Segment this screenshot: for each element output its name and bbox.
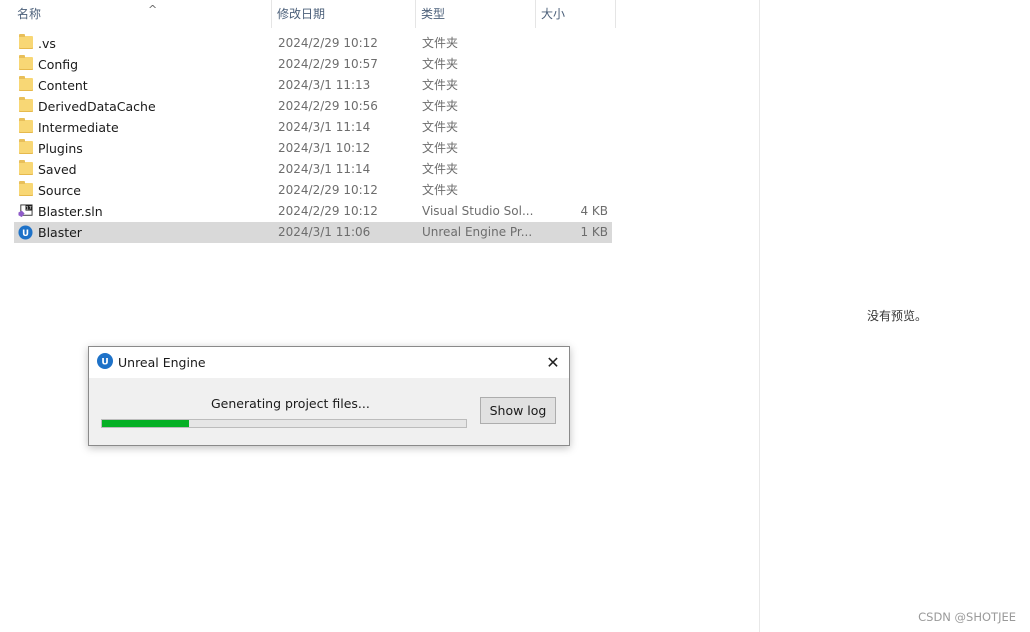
file-date: 2024/3/1 10:12 xyxy=(278,141,371,155)
file-date: 2024/3/1 11:14 xyxy=(278,120,371,134)
folder-icon xyxy=(19,139,33,154)
file-row[interactable]: U Blaster 2024/3/1 11:06 Unreal Engine Pr..… xyxy=(14,222,612,243)
unreal-engine-icon: U xyxy=(97,353,113,369)
file-row[interactable]: Source 2024/2/29 10:12 文件夹 xyxy=(14,180,612,201)
file-size: 4 KB xyxy=(580,204,608,218)
preview-pane: 没有预览。 CSDN @SHOTJEE xyxy=(759,0,1030,632)
file-row[interactable]: Plugins 2024/3/1 10:12 文件夹 xyxy=(14,138,612,159)
progress-bar xyxy=(101,419,467,428)
file-type: Visual Studio Sol... xyxy=(422,204,534,218)
dialog-message: Generating project files... xyxy=(211,396,370,411)
file-name: Saved xyxy=(38,162,77,177)
file-name: Config xyxy=(38,57,79,72)
close-icon: ✕ xyxy=(546,353,560,372)
file-type: 文件夹 xyxy=(422,183,459,197)
file-name: Source xyxy=(38,183,81,198)
file-row[interactable]: 17 Blaster.sln 2024/2/29 10:12 Visual Studi… xyxy=(14,201,612,222)
file-name: DerivedDataCache xyxy=(38,99,156,114)
column-size-label: 大小 xyxy=(541,7,566,21)
file-type: 文件夹 xyxy=(422,120,459,134)
column-name-label: 名称 xyxy=(17,7,42,21)
dialog-title-bar[interactable]: U Unreal Engine ✕ xyxy=(89,347,569,378)
column-header-type[interactable]: 类型 xyxy=(416,0,536,28)
file-type: 文件夹 xyxy=(422,162,459,176)
no-preview-text: 没有预览。 xyxy=(867,309,928,323)
folder-icon xyxy=(19,34,33,49)
column-date-label: 修改日期 xyxy=(277,7,326,21)
file-name: Plugins xyxy=(38,141,83,156)
folder-icon xyxy=(19,55,33,70)
unreal-engine-dialog: U Unreal Engine ✕ Generating project fil… xyxy=(88,346,570,446)
file-name: Blaster xyxy=(38,225,82,240)
file-row[interactable]: Content 2024/3/1 11:13 文件夹 xyxy=(14,75,612,96)
column-type-label: 类型 xyxy=(421,7,446,21)
file-date: 2024/2/29 10:57 xyxy=(278,57,378,71)
file-row[interactable]: DerivedDataCache 2024/2/29 10:56 文件夹 xyxy=(14,96,612,117)
file-row[interactable]: .vs 2024/2/29 10:12 文件夹 xyxy=(14,33,612,54)
file-type: Unreal Engine Pr... xyxy=(422,225,533,239)
file-list: .vs 2024/2/29 10:12 文件夹 Config 2024/2/29 10:… xyxy=(14,33,612,243)
close-button[interactable]: ✕ xyxy=(537,347,569,378)
progress-fill xyxy=(102,420,190,427)
file-type: 文件夹 xyxy=(422,78,459,92)
file-date: 2024/2/29 10:12 xyxy=(278,204,378,218)
watermark: CSDN @SHOTJEE xyxy=(918,610,1016,624)
svg-text:U: U xyxy=(101,358,108,368)
file-date: 2024/2/29 10:12 xyxy=(278,183,378,197)
dialog-title: Unreal Engine xyxy=(118,355,206,370)
file-type: 文件夹 xyxy=(422,57,459,71)
file-row[interactable]: Saved 2024/3/1 11:14 文件夹 xyxy=(14,159,612,180)
file-date: 2024/3/1 11:13 xyxy=(278,78,371,92)
folder-icon xyxy=(19,181,33,196)
file-explorer: 名称 ^ 修改日期 类型 大小 .vs 2024/2/29 10:12 文件夹 Con… xyxy=(0,0,760,632)
file-name: Intermediate xyxy=(38,120,119,135)
visual-studio-solution-icon: 17 xyxy=(18,204,33,218)
file-date: 2024/3/1 11:14 xyxy=(278,162,371,176)
folder-icon xyxy=(19,118,33,133)
file-row[interactable]: Config 2024/2/29 10:57 文件夹 xyxy=(14,54,612,75)
file-date: 2024/2/29 10:56 xyxy=(278,99,378,113)
file-name: Blaster.sln xyxy=(38,204,103,219)
column-header-date[interactable]: 修改日期 xyxy=(272,0,416,28)
file-type: 文件夹 xyxy=(422,141,459,155)
show-log-button[interactable]: Show log xyxy=(480,397,556,424)
svg-text:17: 17 xyxy=(26,206,32,212)
column-header-size[interactable]: 大小 xyxy=(536,0,616,28)
folder-icon xyxy=(19,76,33,91)
file-date: 2024/3/1 11:06 xyxy=(278,225,371,239)
file-size: 1 KB xyxy=(580,225,608,239)
file-name: .vs xyxy=(38,36,56,51)
sort-ascending-icon: ^ xyxy=(148,3,158,16)
folder-icon xyxy=(19,160,33,175)
file-type: 文件夹 xyxy=(422,99,459,113)
column-header: 名称 ^ 修改日期 类型 大小 xyxy=(0,0,616,28)
file-row[interactable]: Intermediate 2024/3/1 11:14 文件夹 xyxy=(14,117,612,138)
unreal-engine-icon: U xyxy=(18,225,33,240)
column-header-name[interactable]: 名称 ^ xyxy=(12,0,272,28)
file-name: Content xyxy=(38,78,88,93)
folder-icon xyxy=(19,97,33,112)
file-type: 文件夹 xyxy=(422,36,459,50)
file-date: 2024/2/29 10:12 xyxy=(278,36,378,50)
svg-text:U: U xyxy=(22,228,29,238)
